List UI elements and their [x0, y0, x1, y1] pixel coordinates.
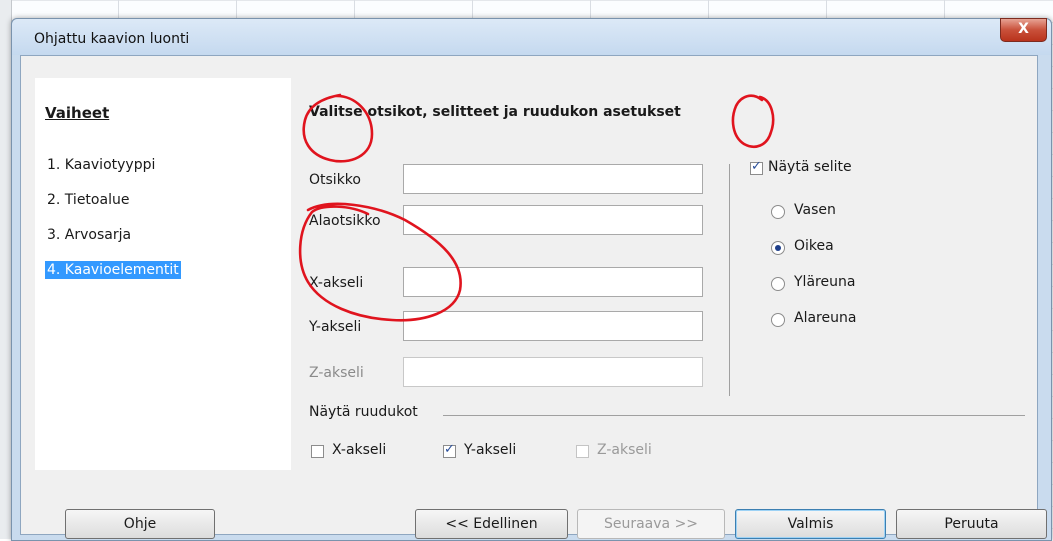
step-item-data-series[interactable]: 3. Arvosarja: [45, 226, 133, 244]
help-button[interactable]: Ohje: [65, 509, 215, 539]
step-item-data-range[interactable]: 2. Tietoalue: [45, 191, 131, 209]
vertical-separator: [729, 164, 730, 396]
z-grid-checkbox: [576, 445, 589, 458]
dialog-body: Vaiheet 1. Kaaviotyyppi 2. Tietoalue 3. …: [20, 55, 1047, 539]
chart-wizard-dialog: Ohjattu kaavion luonti X Vaiheet 1. Kaav…: [11, 18, 1052, 541]
title-input[interactable]: [403, 164, 703, 194]
y-grid-label: Y-akseli: [464, 442, 517, 458]
y-axis-label: Y-akseli: [309, 319, 362, 335]
cancel-button[interactable]: Peruuta: [896, 509, 1047, 539]
close-button[interactable]: X: [1000, 18, 1047, 42]
legend-bottom-label: Alareuna: [794, 310, 857, 326]
z-axis-input: [403, 357, 703, 387]
legend-bottom-radio[interactable]: [771, 313, 785, 327]
subtitle-input[interactable]: [403, 205, 703, 235]
show-legend-checkbox[interactable]: [750, 159, 763, 175]
legend-left-radio[interactable]: [771, 205, 785, 219]
back-button[interactable]: << Edellinen: [415, 509, 568, 539]
steps-title: Vaiheet: [45, 104, 110, 122]
x-grid-label: X-akseli: [332, 442, 387, 458]
step-item-chart-elements[interactable]: 4. Kaavioelementit: [45, 261, 181, 279]
grid-section-divider: [443, 415, 1025, 416]
next-button: Seuraava >>: [577, 509, 725, 539]
page-heading: Valitse otsikot, selitteet ja ruudukon a…: [309, 104, 681, 120]
legend-top-label: Yläreuna: [794, 274, 856, 290]
legend-top-radio[interactable]: [771, 277, 785, 291]
z-grid-label: Z-akseli: [597, 442, 652, 458]
y-axis-input[interactable]: [403, 311, 703, 341]
show-legend-label: Näytä selite: [768, 159, 852, 175]
dialog-title: Ohjattu kaavion luonti: [34, 31, 190, 47]
legend-left-label: Vasen: [794, 202, 836, 218]
z-axis-label: Z-akseli: [309, 365, 364, 381]
title-label: Otsikko: [309, 172, 361, 188]
x-axis-label: X-akseli: [309, 275, 364, 291]
y-grid-checkbox[interactable]: [443, 442, 456, 458]
x-grid-checkbox[interactable]: [311, 445, 324, 458]
legend-right-label: Oikea: [794, 238, 834, 254]
x-axis-input[interactable]: [403, 267, 703, 297]
finish-button[interactable]: Valmis: [735, 509, 886, 539]
title-bar: Ohjattu kaavion luonti X: [12, 18, 1051, 55]
legend-right-radio[interactable]: [771, 241, 785, 255]
chart-elements-page: Valitse otsikot, selitteet ja ruudukon a…: [291, 78, 1026, 470]
grid-section-title: Näytä ruudukot: [309, 404, 418, 420]
step-item-chart-type[interactable]: 1. Kaaviotyyppi: [45, 156, 157, 174]
subtitle-label: Alaotsikko: [309, 213, 381, 229]
steps-panel: Vaiheet 1. Kaaviotyyppi 2. Tietoalue 3. …: [35, 78, 291, 470]
